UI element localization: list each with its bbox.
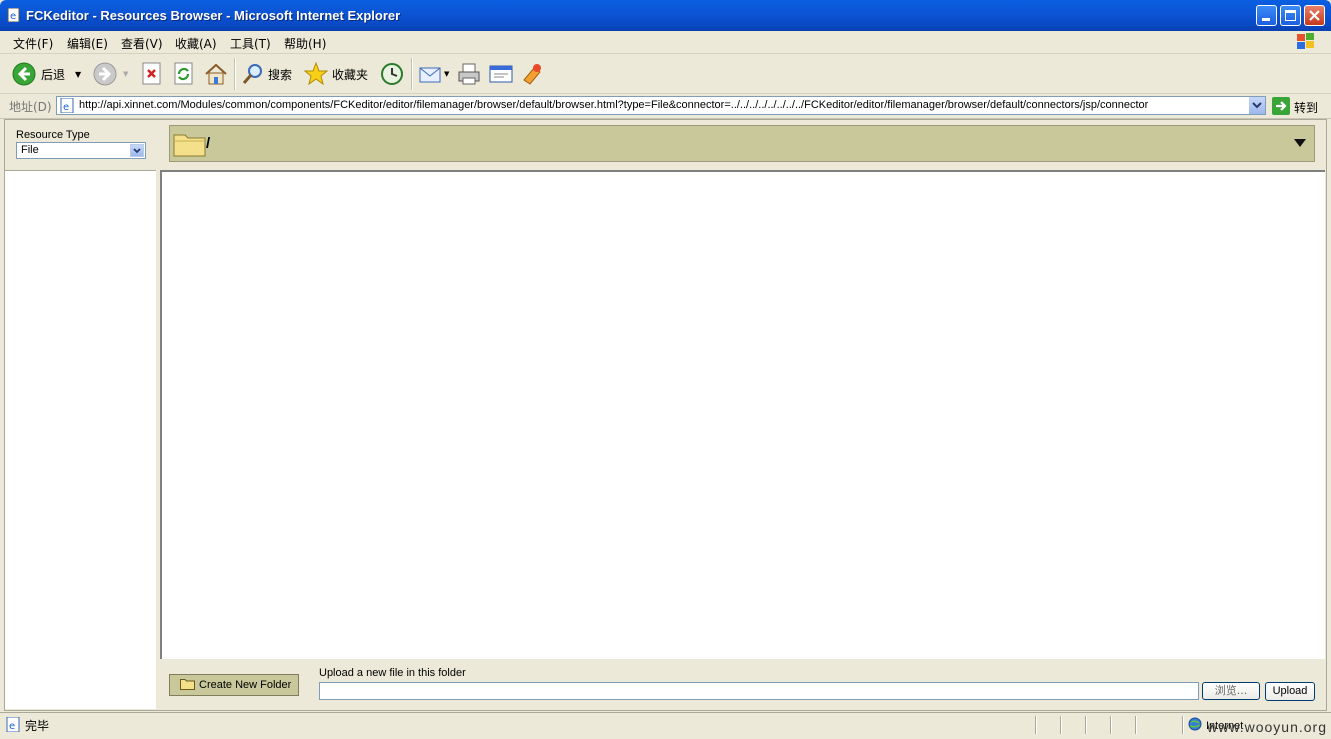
go-arrow-icon (1272, 97, 1290, 118)
favorites-button[interactable]: 收藏夹 (303, 61, 368, 87)
forward-button[interactable]: ▼ (93, 61, 128, 87)
back-button[interactable]: 后退 ▼ (12, 61, 81, 87)
folder-icon (180, 678, 195, 693)
bottom-panel: Create New Folder Upload a new file in t… (158, 660, 1326, 710)
forward-dropdown-icon: ▼ (123, 70, 129, 78)
stop-icon (141, 62, 163, 86)
back-dropdown-icon[interactable]: ▼ (75, 70, 81, 79)
menu-tools[interactable]: 工具(T) (230, 35, 271, 52)
path-dropdown-icon[interactable] (1294, 139, 1306, 147)
favorites-label: 收藏夹 (332, 67, 369, 82)
history-button[interactable] (379, 61, 405, 87)
edit-page-icon (488, 62, 514, 86)
address-url: http://api.xinnet.com/Modules/common/com… (79, 99, 1149, 111)
refresh-icon (173, 62, 195, 86)
watermark: www.wooyun.org (1207, 719, 1327, 735)
ie-page-icon: e (60, 97, 75, 116)
resource-type-select[interactable]: File (16, 142, 146, 159)
title-bar: e FCKeditor - Resources Browser - Micros… (0, 0, 1331, 31)
windows-logo-icon (1295, 32, 1323, 52)
menu-view[interactable]: 查看(V) (121, 35, 163, 52)
search-icon (241, 62, 265, 86)
mail-dropdown-icon[interactable]: ▼ (444, 70, 449, 78)
close-button[interactable] (1304, 5, 1325, 26)
browse-button[interactable]: 浏览... (1202, 682, 1260, 700)
home-icon (203, 62, 229, 86)
edit-button[interactable] (488, 61, 514, 87)
messenger-icon (520, 62, 544, 86)
folder-tree[interactable] (5, 170, 156, 709)
menu-favorites[interactable]: 收藏(A) (175, 35, 217, 52)
chevron-down-icon (130, 144, 144, 157)
address-bar: 地址(D) e http://api.xinnet.com/Modules/co… (0, 94, 1331, 119)
forward-arrow-icon (93, 62, 117, 86)
search-button[interactable]: 搜索 (241, 61, 292, 87)
svg-text:e: e (63, 102, 69, 113)
menu-file[interactable]: 文件(F) (13, 35, 53, 52)
left-pane: Resource Type File (5, 120, 158, 710)
create-folder-button[interactable]: Create New Folder (169, 674, 299, 696)
svg-text:e: e (10, 11, 16, 22)
refresh-button[interactable] (173, 61, 195, 87)
menu-edit[interactable]: 编辑(E) (67, 35, 108, 52)
upload-file-input[interactable] (319, 682, 1199, 700)
resource-type-label: Resource Type (16, 129, 90, 141)
window-title: FCKeditor - Resources Browser - Microsof… (26, 8, 401, 23)
resource-type-value: File (21, 144, 39, 156)
create-folder-label: Create New Folder (199, 679, 292, 691)
history-icon (379, 61, 405, 87)
stop-button[interactable] (141, 61, 163, 87)
go-button[interactable]: 转到 (1272, 97, 1318, 118)
ie-page-icon: e (7, 7, 21, 23)
globe-icon (1188, 717, 1202, 734)
upload-button[interactable]: Upload (1265, 682, 1315, 701)
file-list[interactable] (160, 170, 1325, 659)
upload-label: Upload a new file in this folder (319, 667, 466, 679)
current-folder-bar: / (169, 125, 1315, 162)
status-text: 完毕 (25, 719, 50, 733)
address-input[interactable]: e http://api.xinnet.com/Modules/common/c… (56, 96, 1266, 115)
page-content: Resource Type File / Create New Folder U… (4, 119, 1327, 711)
status-bar: e 完毕 Internet www.wooyun.org (0, 712, 1331, 739)
favorites-star-icon (303, 61, 329, 87)
back-label: 后退 (41, 67, 66, 82)
address-dropdown-button[interactable] (1248, 97, 1265, 114)
menu-bar: 文件(F) 编辑(E) 查看(V) 收藏(A) 工具(T) 帮助(H) (0, 31, 1331, 54)
printer-icon (457, 62, 481, 86)
maximize-button[interactable] (1280, 5, 1301, 26)
svg-text:e: e (9, 721, 15, 732)
mail-button[interactable]: ▼ (418, 61, 449, 87)
messenger-button[interactable] (520, 61, 544, 87)
mail-icon (418, 62, 442, 86)
home-button[interactable] (203, 61, 229, 87)
ie-page-icon: e (6, 716, 21, 735)
current-path: / (206, 135, 211, 152)
menu-help[interactable]: 帮助(H) (284, 35, 326, 52)
go-label: 转到 (1294, 101, 1319, 115)
address-label: 地址(D) (9, 100, 52, 114)
search-label: 搜索 (268, 67, 293, 82)
back-arrow-icon (12, 62, 36, 86)
toolbar: 后退 ▼ ▼ 搜索 收藏夹 ▼ (0, 54, 1331, 94)
print-button[interactable] (457, 61, 481, 87)
minimize-button[interactable] (1256, 5, 1277, 26)
folder-icon (173, 130, 207, 160)
